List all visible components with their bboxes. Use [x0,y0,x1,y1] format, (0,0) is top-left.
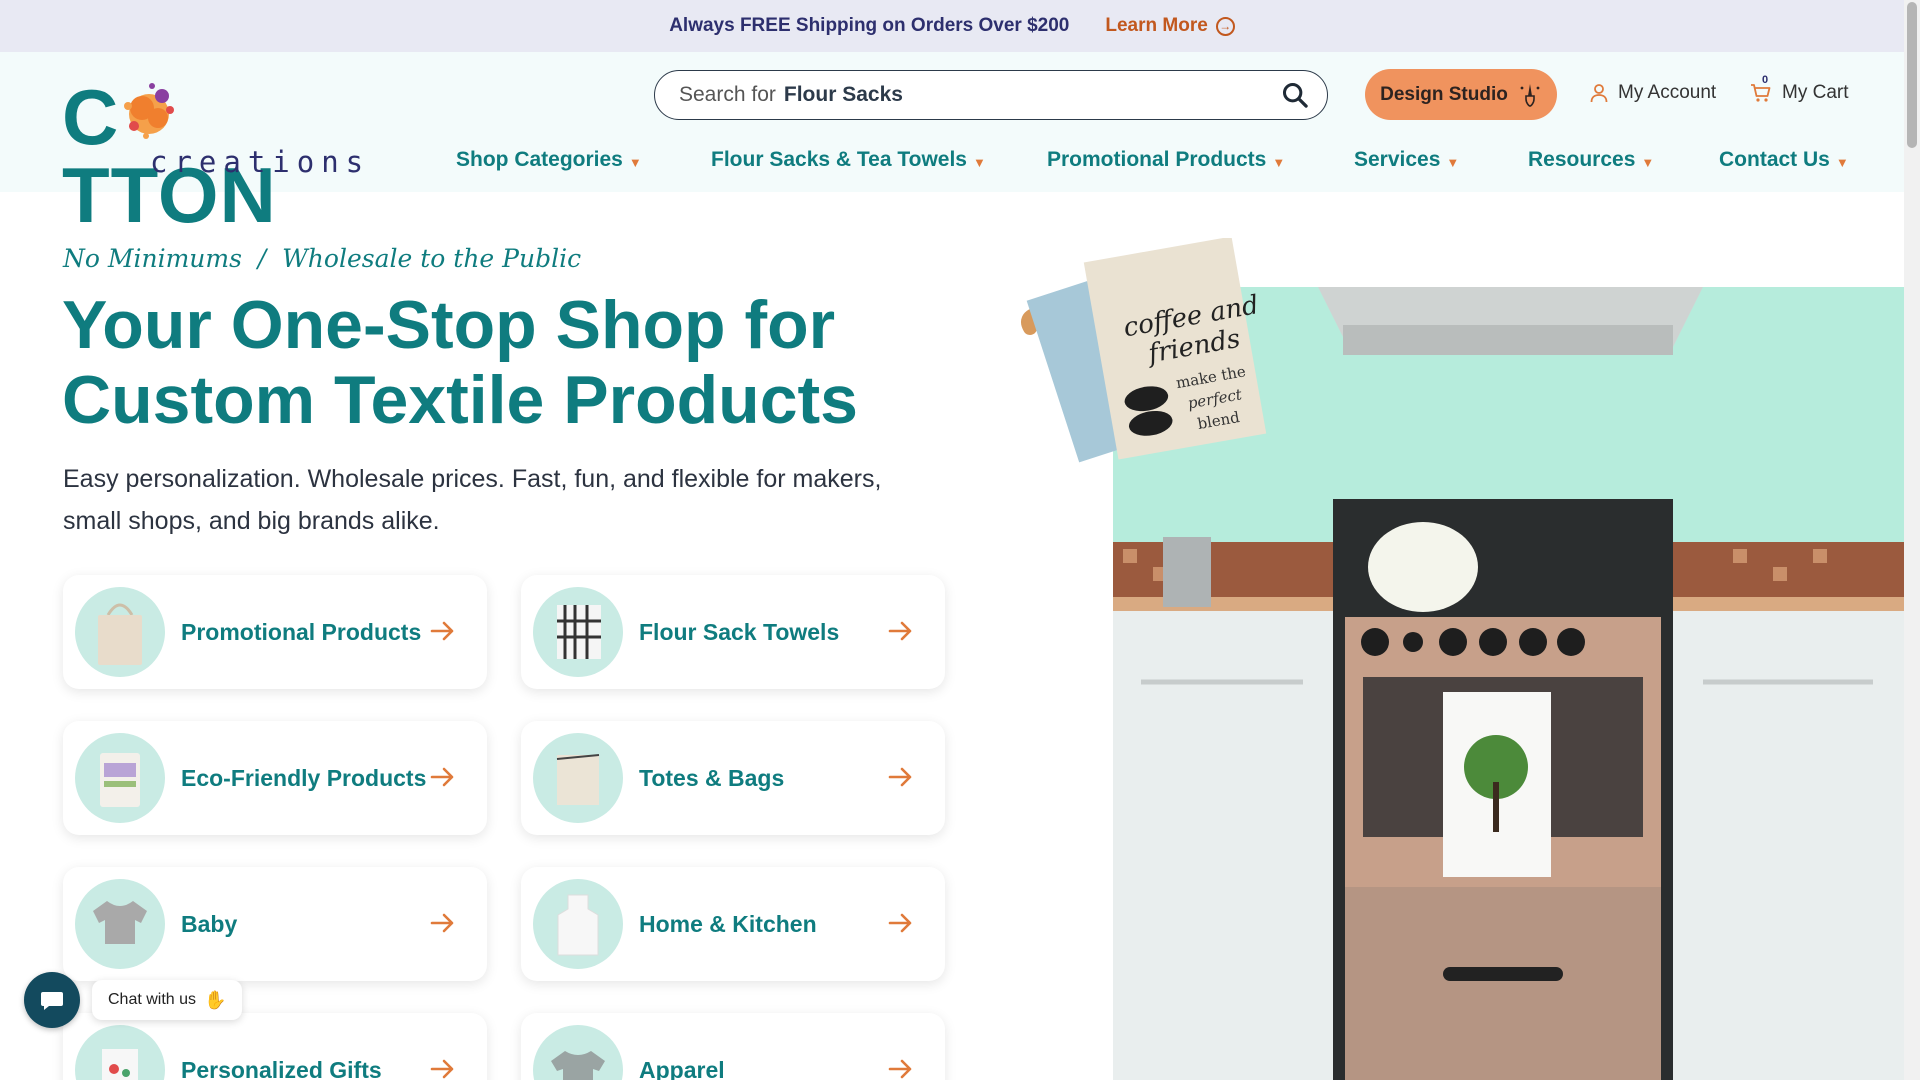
cart-icon [1751,84,1771,102]
chat-with-us-pill[interactable]: Chat with us ✋ [92,980,243,1020]
category-label: Apparel [639,1056,725,1080]
nav-label: Promotional Products [1047,148,1267,171]
search-bar[interactable]: Search for Flour Sacks [654,70,1328,120]
hero-headline: Your One-Stop Shop for Custom Textile Pr… [62,288,962,438]
hero-tagline: No Minimums / Wholesale to the Public [63,244,582,273]
headline-line-2: Custom Textile Products [62,362,858,438]
headline-line-1: Your One-Stop Shop for [62,287,836,363]
gift-bag-thumbnail [75,1025,165,1080]
chat-label: Chat with us [108,991,197,1008]
chevron-down-icon: ▼ [628,154,642,170]
category-label: Flour Sack Towels [639,618,840,645]
nav-contact-us[interactable]: Contact Us ▼ [1719,148,1849,172]
nav-label: Contact Us [1719,148,1830,171]
chat-bubble-icon [41,992,63,1010]
arrow-right-icon [888,1059,912,1079]
arrow-right-icon [888,621,912,641]
learn-more-link[interactable]: Learn More → [1105,15,1235,37]
cart-count-badge: 0 [1762,74,1769,86]
design-studio-label: Design Studio [1380,83,1508,105]
onesie-thumbnail [75,879,165,969]
category-label: Home & Kitchen [639,910,817,937]
announcement-bar: Always FREE Shipping on Orders Over $200… [0,0,1904,52]
nav-services[interactable]: Services ▼ [1354,148,1459,172]
category-label: Eco-Friendly Products [181,764,427,791]
category-card-home-kitchen[interactable]: Home & Kitchen [521,867,945,981]
arrow-right-icon [430,621,454,641]
chat-launcher-button[interactable] [24,972,80,1028]
category-label: Personalized Gifts [181,1056,382,1080]
announcement-text: Always FREE Shipping on Orders Over $200 [669,15,1070,36]
page-scrollbar[interactable] [1904,0,1920,1080]
my-cart-link[interactable]: 0 My Cart [1750,74,1849,104]
nav-label: Services [1354,148,1441,171]
category-card-baby[interactable]: Baby [63,867,487,981]
category-label: Baby [181,910,238,937]
produce-bag-thumbnail [75,733,165,823]
paint-splat-icon [124,83,174,139]
category-card-eco-friendly-products[interactable]: Eco-Friendly Products [63,721,487,835]
search-term: Flour Sacks [783,83,903,106]
site-header: CTTON creations Search for Flour Sacks D… [0,52,1904,234]
chevron-down-icon: ▼ [972,154,986,170]
my-cart-label: My Cart [1782,82,1849,103]
nav-label: Shop Categories [456,148,623,171]
main-nav: Shop Categories ▼ Flour Sacks & Tea Towel… [0,148,1904,178]
category-card-flour-sack-towels[interactable]: Flour Sack Towels [521,575,945,689]
apron-thumbnail [533,879,623,969]
chevron-down-icon: ▼ [1272,154,1286,170]
my-account-label: My Account [1618,82,1717,103]
paint-brush-icon [1520,83,1540,107]
tote-bag-thumbnail [75,587,165,677]
category-label: Promotional Products [181,618,422,645]
arrow-right-icon [888,767,912,787]
search-icon[interactable] [1281,81,1309,109]
arrow-right-icon [430,913,454,933]
chevron-down-icon: ▼ [1835,154,1849,170]
coffee-towel-image: coffee and friends make the perfect blen… [1021,238,1267,463]
category-card-apparel[interactable]: Apparel [521,1013,945,1080]
arrow-right-icon [430,767,454,787]
nav-flour-sacks-tea-towels[interactable]: Flour Sacks & Tea Towels ▼ [711,148,986,172]
nav-label: Flour Sacks & Tea Towels [711,148,967,171]
hero-subtext: Easy personalization. Wholesale prices. … [63,465,882,535]
search-prefix: Search for [679,83,776,106]
chevron-down-icon: ▼ [1641,154,1655,170]
waving-hand-icon: ✋ [204,989,227,1010]
towel-stack-thumbnail [533,587,623,677]
nav-shop-categories[interactable]: Shop Categories ▼ [456,148,642,172]
scrollbar-thumb[interactable] [1907,2,1917,148]
category-card-promotional-products[interactable]: Promotional Products [63,575,487,689]
category-card-personalized-gifts[interactable]: Personalized Gifts [63,1013,487,1080]
canvas-tote-thumbnail [533,733,623,823]
arrow-right-icon [430,1059,454,1079]
category-label: Totes & Bags [639,764,785,791]
my-account-link[interactable]: My Account [1590,82,1716,104]
chevron-down-icon: ▼ [1446,154,1460,170]
nav-label: Resources [1528,148,1636,171]
nav-promotional-products[interactable]: Promotional Products ▼ [1047,148,1285,172]
arrow-right-icon [888,913,912,933]
nav-resources[interactable]: Resources ▼ [1528,148,1654,172]
learn-more-label: Learn More [1105,15,1208,36]
design-studio-button[interactable]: Design Studio [1365,69,1557,120]
category-card-totes-bags[interactable]: Totes & Bags [521,721,945,835]
user-icon [1590,84,1608,103]
sweatshirt-thumbnail [533,1025,623,1080]
arrow-circle-icon: → [1215,16,1235,36]
